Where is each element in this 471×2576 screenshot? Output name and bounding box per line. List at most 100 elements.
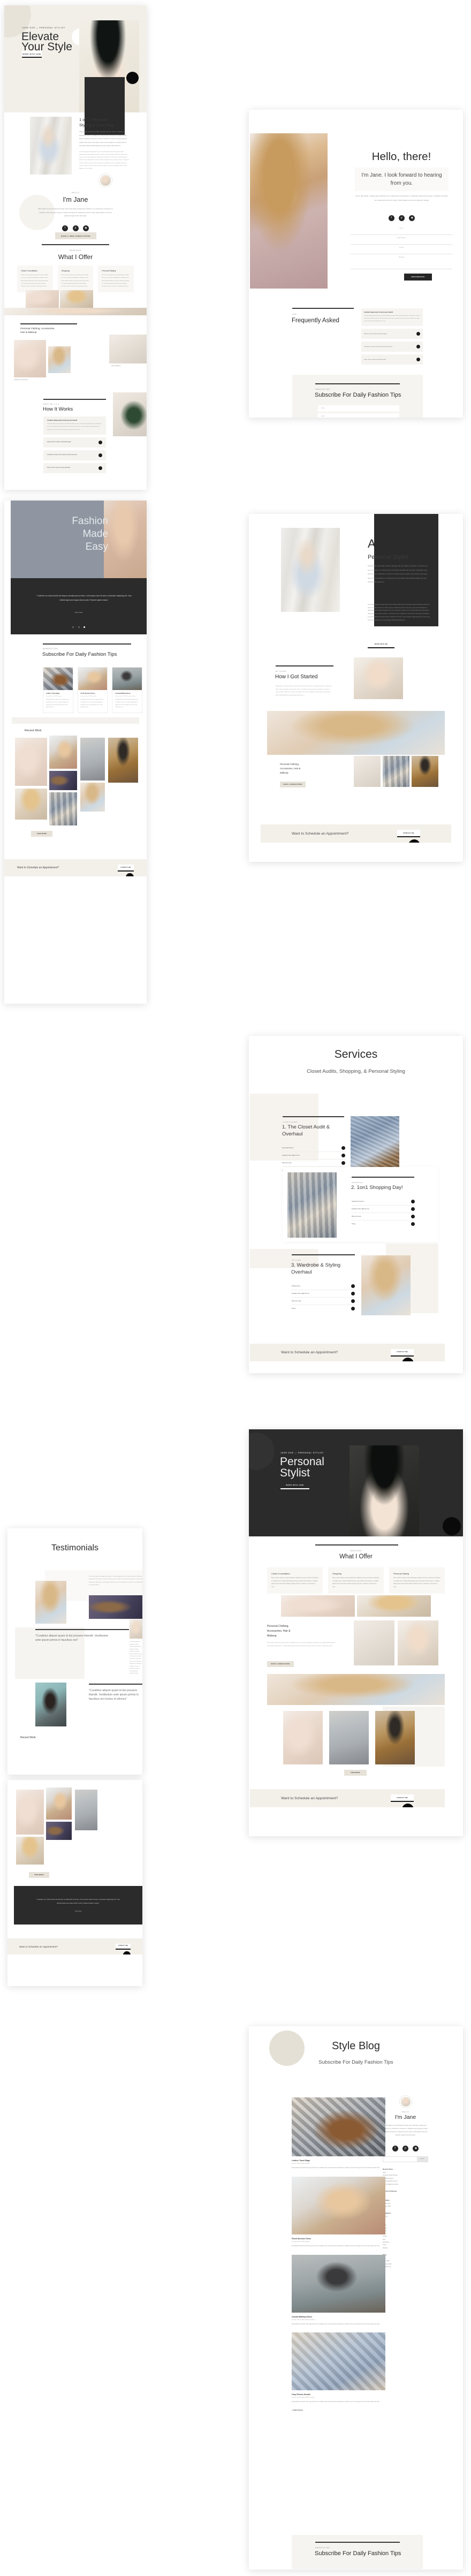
list-item[interactable]: WordPress.org [383, 2267, 428, 2268]
page-preview-home-lower[interactable]: Fashion Made Easy "Curabitur non nulla s… [4, 501, 147, 1004]
accordion-row[interactable]: Nulla quis lorem ut libero malesuada feu… [43, 437, 106, 448]
faq-row[interactable]: Nulla quis lorem ut libero malesuada feu… [361, 329, 423, 339]
newsletter-email-input[interactable]: Email [318, 413, 399, 418]
accordion-toggle-icon[interactable] [98, 440, 102, 444]
view-more-button[interactable]: VIEW MORE [29, 1872, 49, 1878]
list-item[interactable]: Outdoor [383, 2236, 428, 2237]
instagram-icon[interactable]: ◉ [82, 225, 89, 231]
facebook-icon[interactable]: f [388, 215, 394, 221]
facebook-icon[interactable]: f [62, 225, 69, 231]
newsletter-name-input[interactable]: Name [318, 405, 399, 412]
carousel-dot[interactable] [72, 626, 74, 628]
list-item[interactable]: Comments RSS [383, 2264, 428, 2265]
faq-row[interactable]: Vestibulum ac diam sit amet quam vehicul… [361, 342, 423, 352]
faq-toggle-icon[interactable] [416, 345, 420, 349]
post-card[interactable]: Casual Walking Shoes by Jane | Feb 12, 2… [112, 667, 143, 714]
post-card[interactable]: Floral Summer Dress by Jane | Feb 12, 20… [77, 667, 108, 714]
list-item[interactable]: Technology [383, 2242, 428, 2243]
instagram-icon[interactable]: ◉ [409, 215, 415, 221]
offer-card[interactable]: Personal Styling Donec rutrum congue leo… [389, 1567, 445, 1594]
hello-social-links[interactable]: f p ◉ [4, 222, 147, 231]
page-preview-services[interactable]: Services Closet Audits, Shopping, & Pers… [249, 1036, 463, 1373]
service-row[interactable]: What You'll Learn [352, 1213, 415, 1221]
service-row[interactable]: Deciding If This Is Right For You [282, 1152, 345, 1160]
hero-cta-button[interactable]: WORK WITH JANE [22, 51, 42, 58]
cta-contact-button[interactable]: CONTACT ME [118, 864, 134, 872]
page-preview-home[interactable]: JANE DOE — PERSONAL STYLIST Elevate Your… [4, 5, 147, 490]
service-row-toggle-icon[interactable] [411, 1222, 415, 1226]
sidebar-search[interactable]: Search [383, 2156, 428, 2162]
list-item[interactable]: California Wedding Venues [383, 2181, 428, 2182]
list-item[interactable]: Travel [383, 2245, 428, 2246]
testimonial-dots[interactable] [11, 621, 147, 631]
service-row[interactable]: Closet Audit Process [282, 1145, 345, 1152]
subject-field[interactable]: Subject [351, 245, 452, 254]
name-field[interactable]: Name [351, 225, 452, 235]
service-rows[interactable]: Styling Process Deciding If This Is Righ… [292, 1283, 355, 1312]
service-row[interactable]: Pricing [352, 1221, 415, 1228]
landing-hero-cta[interactable]: WORK WITH JANE [280, 1482, 309, 1489]
post-card[interactable]: Leather Travel Bags by Jane | Feb 12, 20… [43, 667, 73, 714]
service-row-toggle-icon[interactable] [341, 1146, 345, 1150]
faq-toggle-icon[interactable] [416, 332, 420, 336]
blog-post[interactable]: Leather Travel Bags by Jane | Feb 12, 20… [292, 2097, 385, 2170]
meta-list[interactable]: Log in Entries RSS Comments RSS WordPres… [383, 2258, 428, 2268]
contact-form[interactable]: Name Email Address Subject Message SEND … [351, 225, 452, 281]
service-row-toggle-icon[interactable] [341, 1154, 345, 1157]
list-item[interactable]: Fitness [383, 2231, 428, 2232]
offer-card[interactable]: Closet Consultation Donec rutrum congue … [17, 266, 53, 293]
list-item[interactable]: February 2018 [383, 2206, 428, 2207]
accordion-toggle-icon[interactable] [98, 453, 102, 457]
list-item[interactable]: City [383, 2219, 428, 2221]
list-item[interactable]: audio [383, 2172, 428, 2173]
sidebar-social-links[interactable]: f p ◉ [383, 2142, 428, 2151]
page-preview-landing[interactable]: JANE DOE — PERSONAL STYLIST Personal Sty… [249, 1429, 463, 1836]
archives-list[interactable]: October 2018 February 2018 [383, 2203, 428, 2208]
carousel-dot-active[interactable] [83, 626, 85, 628]
faq-accordion[interactable]: Curabitur aliquet quam id dui posuere bl… [361, 308, 423, 365]
older-entries-link[interactable]: « Older Entries [292, 2409, 385, 2411]
list-item[interactable]: Entries RSS [383, 2261, 428, 2262]
accordion-toggle-icon[interactable] [98, 466, 102, 470]
service-row-toggle-icon[interactable] [351, 1284, 355, 1288]
accordion-open-item[interactable]: Curabitur aliquet quam id dui posuere bl… [43, 416, 106, 435]
message-field[interactable]: Message [351, 254, 452, 269]
page-preview-testimonials-lower[interactable]: VIEW MORE "Curabitur non nulla sit amet … [7, 1780, 142, 1986]
list-item[interactable]: Design [383, 2225, 428, 2226]
about-gallery-button[interactable]: BOOK A CONSULTATION [280, 782, 306, 787]
page-preview-testimonials[interactable]: Testimonials Cras ultricies ligula sed m… [7, 1528, 142, 1775]
view-more-button[interactable]: VIEW MORE [31, 831, 52, 837]
page-preview-contact[interactable]: Hello, there! I'm Jane. I look forward t… [249, 110, 463, 418]
service-row[interactable]: Shopping Trip Process [352, 1198, 415, 1206]
search-button[interactable]: Search [417, 2156, 428, 2162]
about-work-with-me-button[interactable]: WORK WITH ME [368, 641, 394, 648]
cta-contact-button[interactable]: CONTACT ME [391, 1794, 414, 1802]
cta-contact-button[interactable]: CONTACT ME [397, 830, 420, 837]
service-row-toggle-icon[interactable] [341, 1161, 345, 1165]
list-item[interactable]: Business [383, 2216, 428, 2217]
list-item[interactable]: Style [383, 2239, 428, 2240]
service-row-toggle-icon[interactable] [411, 1215, 415, 1218]
offer-card[interactable]: Closet Consultation Donec rutrum congue … [267, 1567, 323, 1594]
faq-row[interactable]: Donec rutrum congue leo eget malesuada [361, 354, 423, 365]
service-row[interactable]: What You'll Learn [282, 1160, 345, 1167]
service-row[interactable]: Deciding If This Is Right For You [352, 1206, 415, 1213]
list-item[interactable]: Log in [383, 2258, 428, 2259]
page-preview-about[interactable]: About Jane Personal Stylist Nulla portti… [249, 514, 463, 862]
pinterest-icon[interactable]: p [399, 215, 405, 221]
list-item[interactable]: Finding the Perfect Flowers [383, 2175, 428, 2176]
offer-card[interactable]: Shopping Donec rutrum congue leo eget ma… [57, 266, 94, 293]
page-preview-blog[interactable]: Style Blog Subscribe For Daily Fashion T… [249, 2026, 463, 2570]
how-accordion[interactable]: Curabitur aliquet quam id dui posuere bl… [43, 416, 106, 473]
cta-contact-button[interactable]: CONTACT ME [391, 1348, 414, 1357]
accordion-row[interactable]: Donec rutrum congue leo eget malesuada [43, 463, 106, 473]
carousel-dot[interactable] [78, 626, 80, 628]
service-row[interactable]: Styling Process [292, 1283, 355, 1290]
service-row-toggle-icon[interactable] [411, 1200, 415, 1203]
blog-post[interactable]: Gray Fitness Hoodie by Jane | Feb 12, 20… [292, 2332, 385, 2404]
send-message-button[interactable]: SEND MESSAGE [404, 274, 432, 281]
pinterest-icon[interactable]: p [72, 225, 79, 231]
hello-consultation-button[interactable]: BOOK A FREE CONSULTATION [55, 232, 96, 239]
offer-card[interactable]: Personal Styling Donec rutrum congue leo… [98, 266, 134, 293]
facebook-icon[interactable]: f [392, 2145, 398, 2151]
